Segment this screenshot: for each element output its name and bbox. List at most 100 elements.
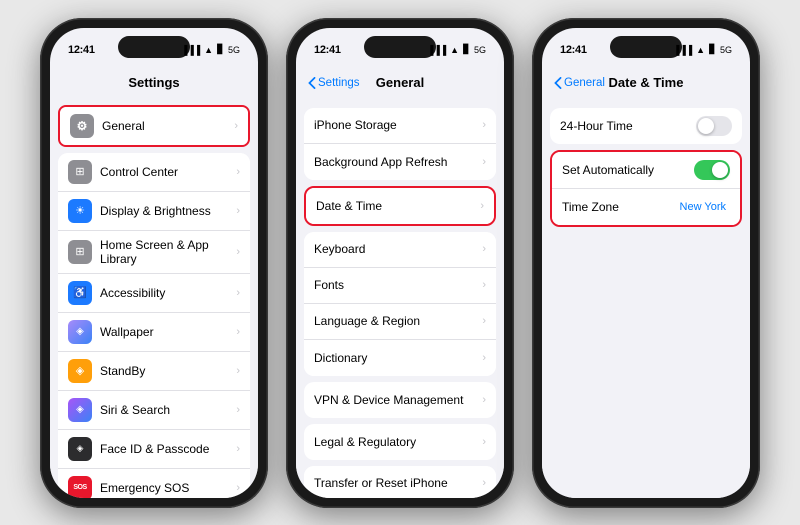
nav-back-2[interactable]: Settings: [308, 77, 360, 89]
timezone-value: New York: [680, 201, 726, 213]
nav-back-label-2: Settings: [318, 77, 360, 89]
settings-item-display[interactable]: ☀ Display & Brightness ›: [58, 192, 250, 231]
nav-back-label-3: General: [564, 77, 605, 89]
sos-label: Emergency SOS: [100, 481, 232, 495]
siri-label: Siri & Search: [100, 403, 232, 417]
battery-icon: ▊: [217, 44, 224, 55]
nav-bar-3: General Date & Time: [542, 64, 750, 102]
general-group-1: iPhone Storage › Background App Refresh …: [304, 108, 496, 180]
phone-1: 12:41 ▐▐▐ ▲ ▊ 5G Settings ⚙ General ›: [40, 18, 268, 508]
accessibility-icon: ♿: [68, 281, 92, 305]
settings-item-standby[interactable]: ◈ StandBy ›: [58, 352, 250, 391]
status-icons-1: ▐▐▐ ▲ ▊ 5G: [181, 44, 240, 55]
fonts-label: Fonts: [314, 278, 482, 292]
bg-refresh-label: Background App Refresh: [314, 155, 482, 169]
network-label: 5G: [228, 45, 240, 55]
phone-2: 12:41 ▐▐▐ ▲ ▊ 5G Settings General iPhone…: [286, 18, 514, 508]
24hour-toggle-knob: [698, 118, 714, 134]
phone-1-screen: 12:41 ▐▐▐ ▲ ▊ 5G Settings ⚙ General ›: [50, 28, 258, 498]
nav-title-1: Settings: [128, 75, 179, 90]
settings-item-accessibility[interactable]: ♿ Accessibility ›: [58, 274, 250, 313]
nav-back-3[interactable]: General: [554, 77, 605, 89]
home-screen-icon: ⊞: [68, 240, 92, 264]
status-time-3: 12:41: [560, 44, 587, 56]
datetime-label: Date & Time: [316, 199, 480, 213]
date-time-highlighted: Date & Time ›: [304, 186, 496, 226]
general-item-vpn[interactable]: VPN & Device Management ›: [304, 382, 496, 418]
datetime-item-timezone[interactable]: Time Zone New York: [552, 189, 740, 225]
general-label: General: [102, 119, 230, 133]
siri-icon: ◈: [68, 398, 92, 422]
faceid-icon: ◈: [68, 437, 92, 461]
status-bar-2: 12:41 ▐▐▐ ▲ ▊ 5G: [296, 28, 504, 64]
phone-2-screen: 12:41 ▐▐▐ ▲ ▊ 5G Settings General iPhone…: [296, 28, 504, 498]
general-group-4: Legal & Regulatory ›: [304, 424, 496, 460]
general-group-2b: Keyboard › Fonts › Language & Region › D…: [304, 232, 496, 376]
general-item-datetime[interactable]: Date & Time ›: [306, 188, 494, 224]
settings-item-sos[interactable]: SOS Emergency SOS ›: [58, 469, 250, 498]
wallpaper-label: Wallpaper: [100, 325, 232, 339]
settings-list-2[interactable]: iPhone Storage › Background App Refresh …: [296, 102, 504, 498]
status-bar-1: 12:41 ▐▐▐ ▲ ▊ 5G: [50, 28, 258, 64]
control-center-label: Control Center: [100, 165, 232, 179]
settings-item-general[interactable]: ⚙ General ›: [60, 107, 248, 145]
set-auto-label: Set Automatically: [562, 163, 694, 177]
accessibility-label: Accessibility: [100, 286, 232, 300]
set-auto-toggle-knob: [712, 162, 728, 178]
general-icon: ⚙: [70, 114, 94, 138]
settings-item-faceid[interactable]: ◈ Face ID & Passcode ›: [58, 430, 250, 469]
settings-item-home-screen[interactable]: ⊞ Home Screen & App Library ›: [58, 231, 250, 274]
general-item-iphone-storage[interactable]: iPhone Storage ›: [304, 108, 496, 144]
language-label: Language & Region: [314, 314, 482, 328]
wallpaper-icon: ◈: [68, 320, 92, 344]
settings-group-2: ⊞ Control Center › ☀ Display & Brightnes…: [58, 153, 250, 498]
network-5g-2: 5G: [474, 45, 486, 55]
settings-list-3[interactable]: 24-Hour Time Set Automatically Time Zone…: [542, 102, 750, 498]
standby-icon: ◈: [68, 359, 92, 383]
nav-bar-2: Settings General: [296, 64, 504, 102]
display-label: Display & Brightness: [100, 204, 232, 218]
settings-item-control-center[interactable]: ⊞ Control Center ›: [58, 153, 250, 192]
nav-title-2: General: [376, 75, 424, 90]
display-icon: ☀: [68, 199, 92, 223]
general-item-fonts[interactable]: Fonts ›: [304, 268, 496, 304]
battery-icon-2: ▊: [463, 44, 470, 55]
home-screen-label: Home Screen & App Library: [100, 238, 232, 266]
24hour-toggle[interactable]: [696, 116, 732, 136]
general-item-language[interactable]: Language & Region ›: [304, 304, 496, 340]
network-5g-3: 5G: [720, 45, 732, 55]
nav-title-3: Date & Time: [609, 75, 684, 90]
settings-item-wallpaper[interactable]: ◈ Wallpaper ›: [58, 313, 250, 352]
keyboard-label: Keyboard: [314, 242, 482, 256]
datetime-item-24hour[interactable]: 24-Hour Time: [550, 108, 742, 144]
signal-icon-2: ▐▐▐: [427, 45, 446, 55]
sos-icon: SOS: [68, 476, 92, 498]
control-center-icon: ⊞: [68, 160, 92, 184]
iphone-storage-label: iPhone Storage: [314, 118, 482, 132]
settings-item-siri[interactable]: ◈ Siri & Search ›: [58, 391, 250, 430]
dictionary-label: Dictionary: [314, 351, 482, 365]
battery-icon-3: ▊: [709, 44, 716, 55]
transfer-label: Transfer or Reset iPhone: [314, 476, 482, 490]
general-group-5: Transfer or Reset iPhone › Shut Down: [304, 466, 496, 498]
status-bar-3: 12:41 ▐▐▐ ▲ ▊ 5G: [542, 28, 750, 64]
general-highlighted-group: ⚙ General ›: [58, 105, 250, 147]
general-item-transfer[interactable]: Transfer or Reset iPhone ›: [304, 466, 496, 498]
status-time-1: 12:41: [68, 44, 95, 56]
datetime-group-1: 24-Hour Time: [550, 108, 742, 144]
wifi-icon-3: ▲: [696, 45, 705, 55]
legal-label: Legal & Regulatory: [314, 435, 482, 449]
faceid-label: Face ID & Passcode: [100, 442, 232, 456]
signal-icon: ▐▐▐: [181, 45, 200, 55]
general-item-bg-refresh[interactable]: Background App Refresh ›: [304, 144, 496, 180]
general-item-keyboard[interactable]: Keyboard ›: [304, 232, 496, 268]
general-group-3: VPN & Device Management ›: [304, 382, 496, 418]
set-auto-toggle[interactable]: [694, 160, 730, 180]
settings-list-1[interactable]: ⚙ General › ⊞ Control Center › ☀ Display…: [50, 102, 258, 498]
general-item-legal[interactable]: Legal & Regulatory ›: [304, 424, 496, 460]
set-auto-timezone-highlighted: Set Automatically Time Zone New York: [550, 150, 742, 227]
wifi-icon: ▲: [204, 45, 213, 55]
wifi-icon-2: ▲: [450, 45, 459, 55]
general-item-dictionary[interactable]: Dictionary ›: [304, 340, 496, 376]
datetime-item-set-auto[interactable]: Set Automatically: [552, 152, 740, 189]
